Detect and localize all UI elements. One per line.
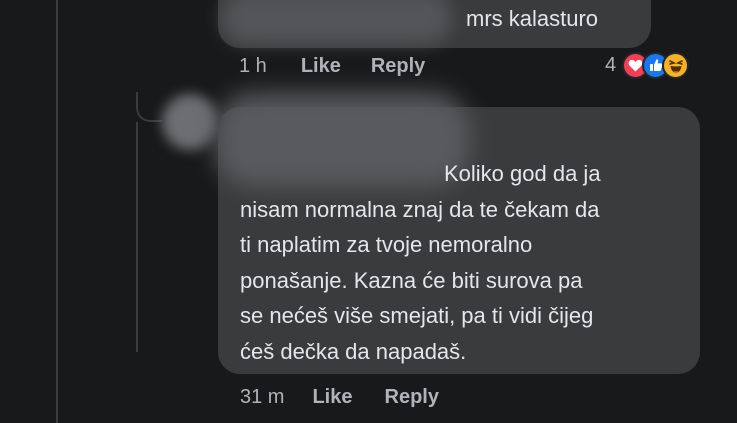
comment-text-line: ćeš dečka da napadaš. bbox=[240, 338, 467, 364]
comment-text-line: se nećeš više smejati, pa ti vidi čijeg bbox=[240, 303, 594, 328]
comment-text-line: ti naplatim za tvoje nemoralno bbox=[240, 232, 533, 257]
comment-text: mrs kalasturo bbox=[466, 6, 599, 31]
blurred-author-name bbox=[222, 0, 452, 44]
comment-text-line: nisam normalna znaj da te čekam da bbox=[240, 196, 600, 222]
comment-text-line: Koliko god da ja bbox=[444, 161, 601, 186]
like-button[interactable]: Like bbox=[312, 386, 352, 409]
like-button[interactable]: Like bbox=[301, 55, 341, 78]
comment-meta: 1 h Like Reply bbox=[239, 55, 455, 78]
comment-text: Koliko god da ja nisam normalna znaj da … bbox=[240, 156, 690, 369]
haha-icon bbox=[662, 51, 690, 79]
comment-timestamp[interactable]: 1 h bbox=[239, 55, 267, 78]
reaction-summary[interactable]: 4 bbox=[605, 50, 690, 80]
reply-button[interactable]: Reply bbox=[385, 386, 439, 409]
comment-timestamp[interactable]: 31 m bbox=[240, 386, 284, 409]
reply-connector-line bbox=[136, 122, 138, 352]
comment-thread: mrs kalasturo 1 h Like Reply 4 Koliko go… bbox=[0, 0, 737, 423]
thread-connector-line bbox=[56, 0, 58, 423]
comment-text-line: ponašanje. Kazna će biti surova pa bbox=[240, 267, 583, 293]
reply-connector-curve bbox=[136, 92, 162, 122]
comment-meta: 31 m Like Reply bbox=[240, 386, 471, 409]
reaction-count: 4 bbox=[605, 53, 617, 76]
reply-button[interactable]: Reply bbox=[371, 55, 425, 78]
avatar[interactable] bbox=[162, 94, 218, 150]
